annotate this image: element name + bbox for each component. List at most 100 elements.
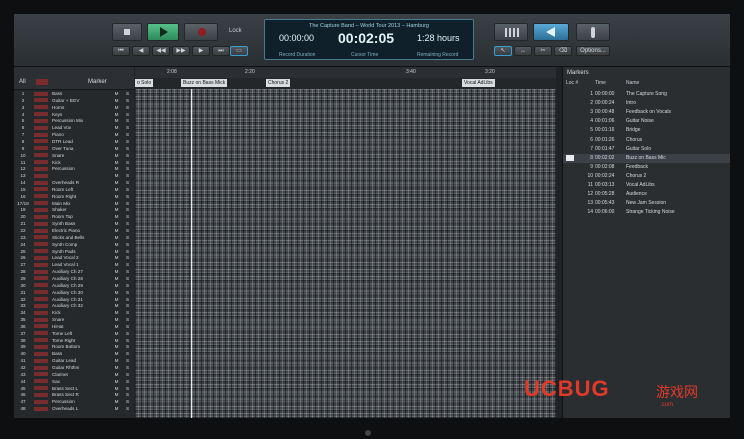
record-arm-toggle[interactable] xyxy=(34,290,48,295)
record-arm-toggle[interactable] xyxy=(34,221,48,226)
go-to-start-button[interactable]: ⏮ xyxy=(112,46,130,56)
marker-row[interactable]: 8 00:02:02 Buzz on Bass Mic xyxy=(563,153,730,163)
forward-button[interactable]: ▶ xyxy=(192,46,210,56)
play-button[interactable] xyxy=(147,23,179,41)
timeline-marker[interactable]: Buzz on Bass Mick xyxy=(181,79,228,87)
marker-row[interactable]: 4 00:01:06 Guitar Noise xyxy=(563,117,730,126)
tracks-view-button[interactable] xyxy=(533,23,569,41)
track-name[interactable]: Overheads L xyxy=(52,405,112,412)
timeline-marker[interactable]: Vocal AdLibs xyxy=(462,79,495,87)
record-all-toggle[interactable] xyxy=(36,79,48,85)
record-arm-toggle[interactable] xyxy=(34,358,48,363)
arrangement-view[interactable]: 2:08 2:20 3:40 3:20 o Solo Buzz on Bass … xyxy=(135,67,556,418)
record-arm-toggle[interactable] xyxy=(34,173,48,178)
markers-column-header: Loc # Time Name xyxy=(563,80,730,89)
mute-button[interactable]: M xyxy=(113,405,120,412)
marker-row[interactable]: 6 00:01:26 Chorus xyxy=(563,136,730,145)
stop-button[interactable] xyxy=(112,23,142,41)
all-tracks-label[interactable]: All xyxy=(19,79,26,85)
record-arm-toggle[interactable] xyxy=(34,228,48,233)
record-arm-toggle[interactable] xyxy=(34,98,48,103)
record-arm-toggle[interactable] xyxy=(34,310,48,315)
solo-button[interactable]: S xyxy=(124,405,131,412)
options-button[interactable]: Options... xyxy=(576,46,610,56)
record-arm-toggle[interactable] xyxy=(34,249,48,254)
record-arm-toggle[interactable] xyxy=(34,365,48,370)
record-arm-toggle[interactable] xyxy=(34,118,48,123)
marker-row[interactable]: 1 00:00:00 The Capture Song xyxy=(563,90,730,99)
record-arm-toggle[interactable] xyxy=(34,317,48,322)
record-arm-toggle[interactable] xyxy=(34,283,48,288)
marker-name: Buzz on Bass Mic xyxy=(626,154,666,161)
timeline-marker[interactable]: Chorus 2 xyxy=(266,79,291,87)
record-arm-toggle[interactable] xyxy=(34,276,48,281)
record-arm-toggle[interactable] xyxy=(34,125,48,130)
marker-number: 13 xyxy=(587,200,593,207)
record-arm-toggle[interactable] xyxy=(34,351,48,356)
record-arm-toggle[interactable] xyxy=(34,146,48,151)
marker-row[interactable]: 9 00:02:08 Feedback xyxy=(563,163,730,172)
marker-row[interactable]: 14 00:06:00 Strange Ticking Noise xyxy=(563,208,730,217)
record-arm-toggle[interactable] xyxy=(34,160,48,164)
audio-lanes[interactable] xyxy=(135,89,556,418)
loop-button[interactable]: ▭ xyxy=(230,46,248,56)
record-arm-toggle[interactable] xyxy=(34,139,48,144)
fast-forward-button[interactable]: ▶▶ xyxy=(172,46,190,56)
record-arm-toggle[interactable] xyxy=(34,242,48,247)
record-arm-toggle[interactable] xyxy=(34,262,48,267)
marker-row[interactable]: 7 00:01:47 Guitar Solo xyxy=(563,145,730,154)
record-arm-toggle[interactable] xyxy=(34,166,48,171)
record-arm-toggle[interactable] xyxy=(34,132,48,137)
lock-label[interactable]: Lock xyxy=(229,28,242,34)
marker-number: 1 xyxy=(590,91,593,97)
record-arm-toggle[interactable] xyxy=(34,372,48,377)
record-arm-toggle[interactable] xyxy=(34,91,48,96)
record-arm-toggle[interactable] xyxy=(34,194,48,199)
marker-name: Chorus 2 xyxy=(626,172,647,179)
record-arm-toggle[interactable] xyxy=(34,297,48,301)
record-arm-toggle[interactable] xyxy=(34,269,48,274)
go-to-end-button[interactable]: ⏭ xyxy=(212,46,230,56)
record-arm-toggle[interactable] xyxy=(34,406,48,411)
record-arm-toggle[interactable] xyxy=(34,338,48,343)
rewind-button[interactable]: ◀ xyxy=(132,46,150,56)
marker-row[interactable]: 3 00:00:48 Feedback on Vocals xyxy=(563,108,730,117)
timeline-marker[interactable]: o Solo xyxy=(135,79,154,87)
time-column: Time xyxy=(595,80,606,86)
split-tool-button[interactable]: ✂ xyxy=(534,46,552,56)
marker-row[interactable]: 2 00:00:24 Intro xyxy=(563,99,730,108)
transport-toolbar: Lock ⏮ ◀ ◀◀ ▶▶ ▶ ⏭ ▭ The Capture Band – … xyxy=(14,14,730,67)
settings-button[interactable] xyxy=(576,23,610,41)
marker-row[interactable]: 12 00:05:28 Audience xyxy=(563,190,730,199)
meters-view-button[interactable] xyxy=(494,23,528,41)
record-arm-toggle[interactable] xyxy=(34,331,48,336)
marker-row[interactable]: 11 00:03:13 Vocal AdLibs xyxy=(563,181,730,190)
record-arm-toggle[interactable] xyxy=(34,344,48,349)
marker-row[interactable]: 13 00:05:43 New Jam Session xyxy=(563,199,730,208)
record-arm-toggle[interactable] xyxy=(34,201,48,206)
record-arm-toggle[interactable] xyxy=(34,180,48,185)
record-arm-toggle[interactable] xyxy=(34,386,48,391)
record-arm-toggle[interactable] xyxy=(34,112,48,117)
record-arm-toggle[interactable] xyxy=(34,207,48,212)
playhead-cursor[interactable] xyxy=(191,89,192,418)
record-arm-toggle[interactable] xyxy=(34,399,48,404)
eraser-tool-button[interactable]: ⌫ xyxy=(554,46,572,56)
record-arm-toggle[interactable] xyxy=(34,105,48,110)
record-arm-toggle[interactable] xyxy=(34,214,48,219)
record-arm-toggle[interactable] xyxy=(34,235,48,240)
marker-row[interactable]: 5 00:01:16 Bridge xyxy=(563,126,730,135)
record-arm-toggle[interactable] xyxy=(34,303,48,308)
record-button[interactable] xyxy=(184,23,218,41)
record-arm-toggle[interactable] xyxy=(34,324,48,329)
marker-row[interactable]: 10 00:02:24 Chorus 2 xyxy=(563,172,730,181)
fast-rewind-button[interactable]: ◀◀ xyxy=(152,46,170,56)
range-tool-button[interactable]: ↔ xyxy=(514,46,532,56)
select-tool-button[interactable]: ↖ xyxy=(494,46,512,56)
record-arm-toggle[interactable] xyxy=(34,255,48,260)
track-row[interactable]: 48 Overheads LMS xyxy=(14,405,134,412)
record-arm-toggle[interactable] xyxy=(34,379,48,384)
record-arm-toggle[interactable] xyxy=(34,187,48,192)
record-arm-toggle[interactable] xyxy=(34,153,48,158)
record-arm-toggle[interactable] xyxy=(34,392,48,397)
